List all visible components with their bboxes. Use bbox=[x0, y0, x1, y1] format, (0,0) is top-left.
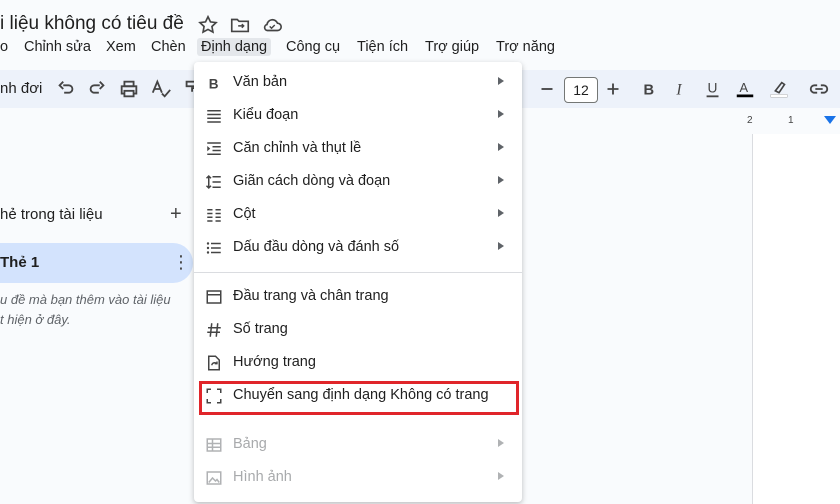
menu-file[interactable]: o bbox=[0, 38, 8, 56]
menu-item-columns[interactable]: Cột bbox=[194, 199, 522, 231]
menu-item-page-orientation[interactable]: Hướng trang bbox=[194, 347, 522, 379]
menu-item-label: Cột bbox=[233, 206, 256, 222]
tabs-hint-text: u đề mà bạn thêm vào tài liệu t hiện ở đ… bbox=[0, 290, 171, 330]
undo-icon[interactable] bbox=[55, 78, 77, 100]
menu-item-label: Dấu đầu dòng và đánh số bbox=[233, 239, 400, 255]
ruler-mark: 2 bbox=[747, 115, 753, 126]
submenu-arrow-icon bbox=[498, 77, 504, 85]
menu-help[interactable]: Trợ giúp bbox=[425, 38, 479, 56]
italic-icon[interactable]: I bbox=[670, 78, 692, 100]
svg-text:A: A bbox=[740, 80, 749, 95]
menu-item-image: Hình ảnh bbox=[194, 462, 522, 494]
tab-label: Thẻ 1 bbox=[0, 254, 40, 271]
submenu-arrow-icon bbox=[498, 176, 504, 184]
menu-view[interactable]: Xem bbox=[106, 38, 136, 56]
menu-item-label: Giãn cách dòng và đoạn bbox=[233, 173, 391, 189]
menu-accessibility[interactable]: Trợ năng bbox=[496, 38, 555, 56]
menu-insert[interactable]: Chèn bbox=[151, 38, 186, 56]
spellcheck-icon[interactable] bbox=[150, 78, 172, 100]
hint-line: t hiện ở đây. bbox=[0, 312, 71, 327]
columns-icon bbox=[205, 206, 223, 224]
highlight-annotation-box bbox=[199, 381, 519, 415]
highlight-color-icon[interactable] bbox=[768, 78, 790, 100]
increase-font-size-icon[interactable] bbox=[602, 78, 624, 100]
indent-icon bbox=[205, 140, 223, 158]
paragraph-style-icon bbox=[205, 107, 223, 125]
menu-item-label: Căn chỉnh và thụt lề bbox=[233, 140, 362, 156]
text-color-icon[interactable]: A bbox=[734, 78, 756, 100]
line-spacing-icon bbox=[205, 173, 223, 191]
svg-text:I: I bbox=[675, 82, 682, 99]
menu-divider bbox=[194, 272, 522, 273]
svg-text:B: B bbox=[209, 76, 219, 91]
document-tabs-header: hẻ trong tài liệu bbox=[0, 206, 103, 223]
bold-icon[interactable]: B bbox=[638, 78, 660, 100]
submenu-arrow-icon bbox=[498, 110, 504, 118]
menu-item-table: Bảng bbox=[194, 429, 522, 461]
submenu-arrow-icon bbox=[498, 439, 504, 447]
menu-item-page-numbers[interactable]: Số trang bbox=[194, 314, 522, 346]
star-icon[interactable] bbox=[197, 14, 219, 36]
move-folder-icon[interactable] bbox=[229, 14, 251, 36]
menu-item-label: Đầu trang và chân trang bbox=[233, 288, 389, 304]
submenu-arrow-icon bbox=[498, 143, 504, 151]
menu-item-label: Số trang bbox=[233, 321, 288, 337]
svg-text:B: B bbox=[644, 83, 655, 99]
menu-item-bullets-numbering[interactable]: Dấu đầu dòng và đánh số bbox=[194, 232, 522, 264]
search-menus-input[interactable]: nh đơi bbox=[0, 80, 42, 97]
table-icon bbox=[205, 436, 223, 454]
menu-extensions[interactable]: Tiện ích bbox=[357, 38, 408, 56]
menu-item-align-indent[interactable]: Căn chỉnh và thụt lề bbox=[194, 133, 522, 165]
submenu-arrow-icon bbox=[498, 242, 504, 250]
print-icon[interactable] bbox=[118, 78, 140, 100]
menu-edit[interactable]: Chỉnh sửa bbox=[24, 38, 91, 56]
bulleted-list-icon bbox=[205, 239, 223, 257]
submenu-arrow-icon bbox=[498, 472, 504, 480]
menu-item-label: Bảng bbox=[233, 436, 267, 452]
menu-item-line-spacing[interactable]: Giãn cách dòng và đoạn bbox=[194, 166, 522, 198]
hint-line: u đề mà bạn thêm vào tài liệu bbox=[0, 292, 171, 307]
submenu-arrow-icon bbox=[498, 209, 504, 217]
menu-item-label: Văn bản bbox=[233, 74, 288, 90]
redo-icon[interactable] bbox=[86, 78, 108, 100]
svg-text:U: U bbox=[708, 81, 718, 96]
document-title[interactable]: i liệu không có tiêu đề bbox=[0, 13, 184, 35]
ruler-mark: 1 bbox=[788, 115, 794, 126]
menu-item-paragraph-styles[interactable]: Kiểu đoạn bbox=[194, 100, 522, 132]
menu-item-label: Kiểu đoạn bbox=[233, 107, 299, 123]
insert-link-icon[interactable] bbox=[808, 78, 830, 100]
menu-tools[interactable]: Công cụ bbox=[286, 38, 340, 56]
add-tab-button[interactable]: + bbox=[170, 203, 182, 226]
hash-icon bbox=[205, 321, 223, 339]
image-icon bbox=[205, 469, 223, 487]
menu-item-text[interactable]: B Văn bản bbox=[194, 67, 522, 99]
bold-icon: B bbox=[205, 74, 223, 92]
decrease-font-size-icon[interactable] bbox=[536, 78, 558, 100]
document-page[interactable] bbox=[752, 134, 840, 504]
menu-item-label: Hình ảnh bbox=[233, 469, 292, 485]
font-size-input[interactable]: 12 bbox=[564, 77, 598, 103]
menu-format[interactable]: Định dạng bbox=[197, 38, 272, 56]
format-dropdown-menu: B Văn bản Kiểu đoạn Căn chỉnh và thụt lề… bbox=[194, 62, 522, 502]
menu-item-label: Hướng trang bbox=[233, 354, 316, 370]
cloud-saved-icon[interactable] bbox=[261, 14, 283, 36]
underline-icon[interactable]: U bbox=[702, 78, 724, 100]
page-orientation-icon bbox=[205, 354, 223, 372]
tab-more-options-icon[interactable]: ⋮ bbox=[172, 252, 190, 273]
indent-marker-icon[interactable] bbox=[824, 116, 836, 124]
header-footer-icon bbox=[205, 288, 223, 306]
menu-item-header-footer[interactable]: Đầu trang và chân trang bbox=[194, 281, 522, 313]
